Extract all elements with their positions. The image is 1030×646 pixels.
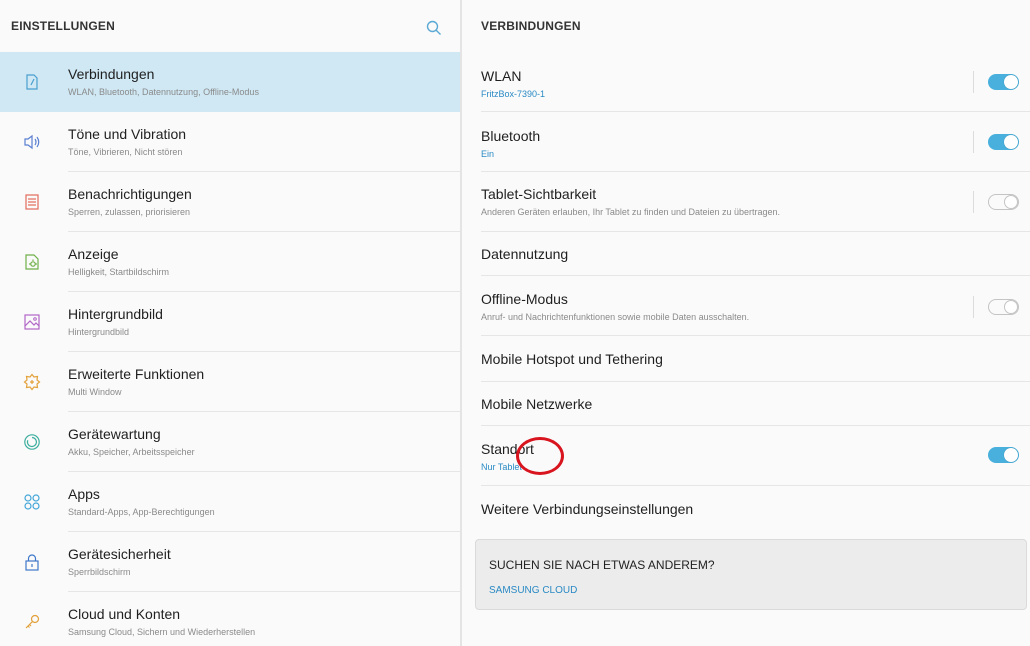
setting-title: Weitere Verbindungseinstellungen: [481, 501, 694, 517]
setting-mobile-netzwerke[interactable]: Mobile Netzwerke: [462, 382, 1030, 426]
connections-title: VERBINDUNGEN: [481, 19, 581, 33]
menu-item-benachrichtigungen[interactable]: Benachrichtigungen Sperren, zulassen, pr…: [0, 172, 460, 232]
setting-title: Bluetooth: [481, 128, 541, 144]
wallpaper-icon: [24, 314, 40, 330]
menu-item-title: Töne und Vibration: [68, 126, 187, 142]
sound-icon: [24, 134, 40, 150]
settings-header: EINSTELLUNGEN: [0, 0, 460, 52]
setting-subtitle: Ein: [481, 149, 495, 159]
menu-item-subtitle: Sperrbildschirm: [68, 567, 131, 577]
menu-item-title: Cloud und Konten: [68, 606, 181, 622]
settings-title: EINSTELLUNGEN: [11, 19, 115, 33]
menu-item-subtitle: Multi Window: [68, 387, 122, 397]
menu-item-subtitle: Hintergrundbild: [68, 327, 130, 337]
setting-subtitle: Anderen Geräten erlauben, Ihr Tablet zu …: [481, 207, 781, 217]
display-icon: [25, 254, 39, 270]
setting-wlan[interactable]: WLAN FritzBox-7390-1: [462, 52, 1030, 112]
divider: [973, 191, 974, 213]
menu-item-title: Apps: [68, 486, 100, 502]
divider: [973, 71, 974, 93]
menu-item-subtitle: Akku, Speicher, Arbeitsspeicher: [68, 447, 195, 457]
setting-title: WLAN: [481, 68, 522, 84]
advanced-features-icon: [23, 373, 41, 391]
bluetooth-toggle[interactable]: [988, 134, 1019, 150]
setting-weitere-verbindungseinstellungen[interactable]: Weitere Verbindungseinstellungen: [462, 486, 1030, 532]
setting-tablet-sichtbarkeit[interactable]: Tablet-Sichtbarkeit Anderen Geräten erla…: [462, 172, 1030, 232]
menu-item-erweiterte-funktionen[interactable]: Erweiterte Funktionen Multi Window: [0, 352, 460, 412]
search-suggestion-card: SUCHEN SIE NACH ETWAS ANDEREM? SAMSUNG C…: [475, 539, 1027, 610]
settings-menu-panel: EINSTELLUNGEN Verbindungen WLAN, Bluetoo…: [0, 0, 460, 646]
key-icon: [25, 614, 40, 629]
card-title: SUCHEN SIE NACH ETWAS ANDEREM?: [489, 558, 715, 572]
connections-icon: [26, 74, 38, 90]
notifications-icon: [25, 194, 39, 210]
toggle-knob: [1004, 448, 1018, 462]
menu-item-geraetesicherheit[interactable]: Gerätesicherheit Sperrbildschirm: [0, 532, 460, 592]
menu-item-title: Gerätewartung: [68, 426, 161, 442]
setting-subtitle: Anruf- und Nachrichtenfunktionen sowie m…: [481, 312, 750, 322]
menu-item-subtitle: Sperren, zulassen, priorisieren: [68, 207, 191, 217]
menu-item-cloud-und-konten[interactable]: Cloud und Konten Samsung Cloud, Sichern …: [0, 592, 460, 646]
standort-toggle[interactable]: [988, 447, 1019, 463]
menu-item-title: Benachrichtigungen: [68, 186, 192, 202]
menu-item-title: Verbindungen: [68, 66, 155, 82]
setting-title: Tablet-Sichtbarkeit: [481, 186, 597, 202]
toggle-knob: [1004, 194, 1018, 209]
menu-item-title: Anzeige: [68, 246, 119, 262]
menu-item-verbindungen[interactable]: Verbindungen WLAN, Bluetooth, Datennutzu…: [0, 52, 460, 112]
setting-bluetooth[interactable]: Bluetooth Ein: [462, 112, 1030, 172]
menu-item-title: Hintergrundbild: [68, 306, 163, 322]
search-icon[interactable]: [426, 20, 442, 36]
menu-item-title: Gerätesicherheit: [68, 546, 171, 562]
divider: [973, 296, 974, 318]
toggle-knob: [1004, 135, 1018, 149]
apps-icon: [24, 494, 40, 510]
setting-offline-modus[interactable]: Offline-Modus Anruf- und Nachrichtenfunk…: [462, 276, 1030, 336]
highlight-circle: [516, 437, 564, 475]
wlan-toggle[interactable]: [988, 74, 1019, 90]
setting-title: Offline-Modus: [481, 291, 568, 307]
setting-subtitle: FritzBox-7390-1: [481, 89, 546, 99]
offline-modus-toggle[interactable]: [988, 299, 1019, 315]
menu-item-subtitle: WLAN, Bluetooth, Datennutzung, Offline-M…: [68, 87, 259, 97]
toggle-knob: [1004, 299, 1018, 314]
menu-item-toene[interactable]: Töne und Vibration Töne, Vibrieren, Nich…: [0, 112, 460, 172]
menu-item-title: Erweiterte Funktionen: [68, 366, 205, 382]
tablet-sichtbarkeit-toggle[interactable]: [988, 194, 1019, 210]
toggle-knob: [1004, 75, 1018, 89]
menu-item-subtitle: Helligkeit, Startbildschirm: [68, 267, 170, 277]
setting-title: Mobile Netzwerke: [481, 396, 593, 412]
setting-mobile-hotspot[interactable]: Mobile Hotspot und Tethering: [462, 336, 1030, 382]
lock-icon: [25, 554, 39, 571]
setting-datennutzung[interactable]: Datennutzung: [462, 232, 1030, 276]
samsung-cloud-link[interactable]: SAMSUNG CLOUD: [489, 585, 577, 596]
menu-item-subtitle: Töne, Vibrieren, Nicht stören: [68, 147, 183, 157]
menu-item-geraetewartung[interactable]: Gerätewartung Akku, Speicher, Arbeitsspe…: [0, 412, 460, 472]
setting-title: Datennutzung: [481, 246, 569, 262]
menu-item-anzeige[interactable]: Anzeige Helligkeit, Startbildschirm: [0, 232, 460, 292]
menu-item-apps[interactable]: Apps Standard-Apps, App-Berechtigungen: [0, 472, 460, 532]
setting-title: Mobile Hotspot und Tethering: [481, 351, 663, 367]
divider: [973, 131, 974, 153]
menu-item-subtitle: Standard-Apps, App-Berechtigungen: [68, 507, 215, 517]
device-maintenance-icon: [24, 434, 40, 450]
connections-header: VERBINDUNGEN: [462, 0, 1030, 52]
menu-item-subtitle: Samsung Cloud, Sichern und Wiederherstel…: [68, 627, 256, 637]
menu-item-hintergrundbild[interactable]: Hintergrundbild Hintergrundbild: [0, 292, 460, 352]
